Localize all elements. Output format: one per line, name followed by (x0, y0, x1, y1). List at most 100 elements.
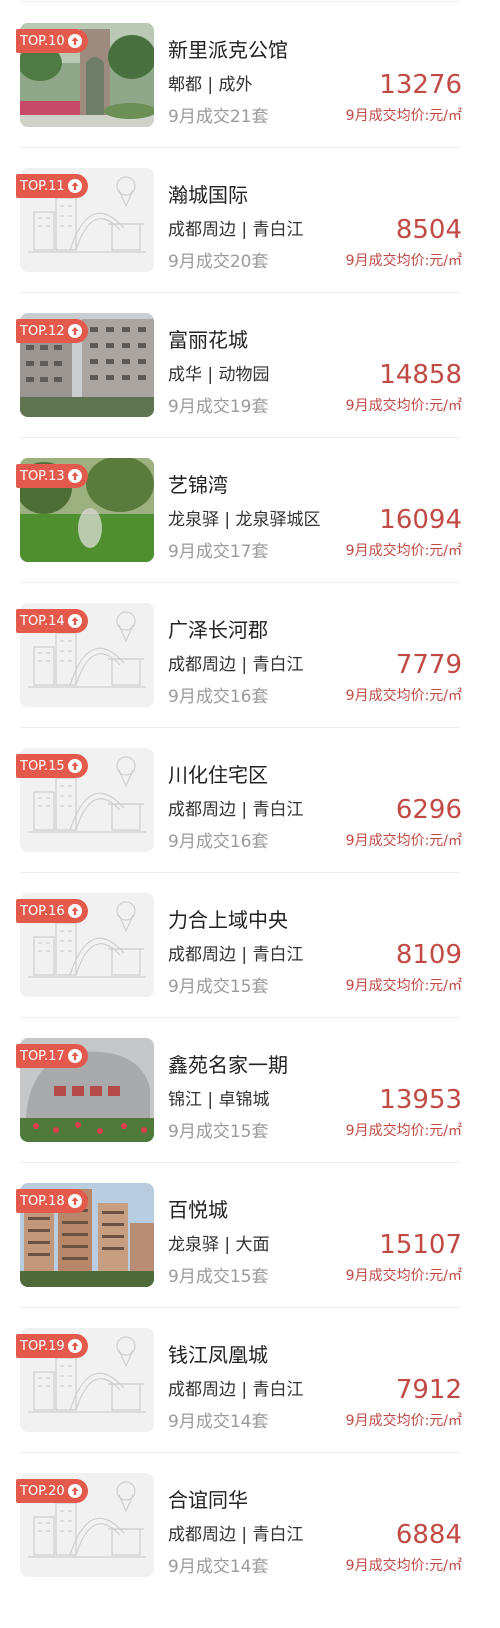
price-caption: 9月成交均价:元/㎡ (345, 1558, 462, 1574)
listing-name[interactable]: 艺锦湾 (168, 469, 228, 498)
rank-badge: TOP.13 (16, 464, 88, 488)
listing-location: 成都周边 | 青白江 (168, 1380, 304, 1400)
rank-up-arrow-icon (67, 1049, 82, 1063)
listing-name[interactable]: 川化住宅区 (168, 759, 268, 788)
listing-sales-count: 9月成交21套 (168, 107, 269, 127)
rank-up-arrow-icon (67, 904, 82, 918)
listing-name[interactable]: 百悦城 (168, 1194, 228, 1223)
price-caption: 9月成交均价:元/㎡ (345, 398, 462, 414)
listing-row[interactable]: TOP.19 钱江凤凰城成都周边 | 青白江 9月成交14套 7912 9月成交均价:元… (0, 1308, 500, 1453)
price-caption: 9月成交均价:元/㎡ (345, 1123, 462, 1139)
rank-up-arrow-icon (67, 614, 82, 628)
rank-up-arrow-icon (67, 34, 82, 48)
listing-sales-count: 9月成交20套 (168, 252, 269, 272)
listing-row[interactable]: TOP.15 川化住宅区成都周边 | 青白江 9月成交16套 6296 9月成交均价:元… (0, 728, 500, 873)
listing-avg-price: 15107 (379, 1230, 462, 1260)
rank-label: TOP.18 (20, 1193, 65, 1209)
rank-label: TOP.14 (20, 613, 65, 629)
listing-row[interactable]: TOP.14 广泽长河郡成都周边 | 青白江 9月成交16套 7779 9月成交均价:元… (0, 583, 500, 728)
price-caption: 9月成交均价:元/㎡ (345, 688, 462, 704)
price-caption: 9月成交均价:元/㎡ (345, 978, 462, 994)
rank-badge: TOP.16 (16, 899, 88, 923)
rank-label: TOP.12 (20, 323, 65, 339)
listing-sales-count: 9月成交14套 (168, 1557, 269, 1577)
listing-avg-price: 13276 (379, 70, 462, 100)
listing-name[interactable]: 新里派克公馆 (168, 34, 288, 63)
listing-sales-count: 9月成交15套 (168, 1267, 269, 1287)
listing-row[interactable]: TOP.16 力合上域中央成都周边 | 青白江 9月成交15套 8109 9月成交均价:… (0, 873, 500, 1018)
rank-label: TOP.19 (20, 1338, 65, 1354)
listing-location: 成都周边 | 青白江 (168, 800, 304, 820)
listing-name[interactable]: 鑫苑名家一期 (168, 1049, 288, 1078)
listing-row[interactable]: TOP.20 合谊同华成都周边 | 青白江 9月成交14套 6884 9月成交均价:元/… (0, 1453, 500, 1598)
listing-avg-price: 14858 (379, 360, 462, 390)
listing-row[interactable]: TOP.11 瀚城国际成都周边 | 青白江 9月成交20套 8504 9月成交均价:元/… (0, 148, 500, 293)
rank-label: TOP.15 (20, 758, 65, 774)
listing-sales-count: 9月成交17套 (168, 542, 269, 562)
rank-label: TOP.17 (20, 1048, 65, 1064)
listing-sales-count: 9月成交16套 (168, 687, 269, 707)
rank-label: TOP.20 (20, 1483, 65, 1499)
price-caption: 9月成交均价:元/㎡ (345, 543, 462, 559)
listing-sales-count: 9月成交14套 (168, 1412, 269, 1432)
price-caption: 9月成交均价:元/㎡ (345, 833, 462, 849)
rank-badge: TOP.11 (16, 174, 88, 198)
listing-location: 龙泉驿 | 大面 (168, 1235, 270, 1255)
rank-up-arrow-icon (67, 1484, 82, 1498)
listing-avg-price: 7779 (395, 650, 462, 680)
listing-location: 成都周边 | 青白江 (168, 655, 304, 675)
listing-avg-price: 6296 (395, 795, 462, 825)
rank-badge: TOP.18 (16, 1189, 88, 1213)
listing-name[interactable]: 钱江凤凰城 (168, 1339, 268, 1368)
listing-location: 成都周边 | 青白江 (168, 945, 304, 965)
listing-name[interactable]: 富丽花城 (168, 324, 248, 353)
listing-sales-count: 9月成交16套 (168, 832, 269, 852)
rank-badge: TOP.10 (16, 29, 88, 53)
price-caption: 9月成交均价:元/㎡ (345, 108, 462, 124)
listing-name[interactable]: 合谊同华 (168, 1484, 248, 1513)
listing-row[interactable]: TOP.10 新里派克公馆郫都 | 成外 9月成交21套 13276 9月成交均价:元/… (0, 3, 500, 148)
listing-location: 成华 | 动物园 (168, 365, 270, 385)
price-caption: 9月成交均价:元/㎡ (345, 253, 462, 269)
rank-label: TOP.11 (20, 178, 65, 194)
listing-location: 龙泉驿 | 龙泉驿城区 (168, 510, 321, 530)
listing-avg-price: 16094 (379, 505, 462, 535)
rank-badge: TOP.12 (16, 319, 88, 343)
price-caption: 9月成交均价:元/㎡ (345, 1413, 462, 1429)
listing-avg-price: 7912 (395, 1375, 462, 1405)
rank-badge: TOP.20 (16, 1479, 88, 1503)
ranking-list: TOP.10 新里派克公馆郫都 | 成外 9月成交21套 13276 9月成交均价:元/… (0, 0, 500, 1628)
listing-location: 成都周边 | 青白江 (168, 220, 304, 240)
listing-row[interactable]: TOP.18 百悦城龙泉驿 | 大面 9月成交15套 15107 9月成交均价:元/㎡ (0, 1163, 500, 1308)
listing-avg-price: 6884 (395, 1520, 462, 1550)
listing-sales-count: 9月成交15套 (168, 1122, 269, 1142)
rank-up-arrow-icon (67, 1194, 82, 1208)
rank-badge: TOP.19 (16, 1334, 88, 1358)
listing-avg-price: 8504 (395, 215, 462, 245)
listing-name[interactable]: 力合上域中央 (168, 904, 288, 933)
listing-sales-count: 9月成交15套 (168, 977, 269, 997)
listing-row[interactable]: TOP.17 鑫苑名家一期 锦江 | 卓锦城 9月成交15套 13953 9月成交均价:元… (0, 1018, 500, 1163)
rank-up-arrow-icon (67, 469, 82, 483)
rank-label: TOP.13 (20, 468, 65, 484)
listing-avg-price: 8109 (395, 940, 462, 970)
listing-location: 郫都 | 成外 (168, 75, 253, 95)
listing-name[interactable]: 瀚城国际 (168, 179, 248, 208)
listing-name[interactable]: 广泽长河郡 (168, 614, 268, 643)
rank-badge: TOP.14 (16, 609, 88, 633)
rank-label: TOP.16 (20, 903, 65, 919)
listing-location: 锦江 | 卓锦城 (168, 1090, 270, 1110)
rank-up-arrow-icon (67, 1339, 82, 1353)
listing-row[interactable]: TOP.13 艺锦湾龙泉驿 | 龙泉驿城区 9月成交17套 16094 9月成交均价:元… (0, 438, 500, 583)
rank-up-arrow-icon (67, 179, 82, 193)
price-caption: 9月成交均价:元/㎡ (345, 1268, 462, 1284)
rank-label: TOP.10 (20, 33, 65, 49)
listing-sales-count: 9月成交19套 (168, 397, 269, 417)
rank-up-arrow-icon (67, 324, 82, 338)
rank-badge: TOP.15 (16, 754, 88, 778)
rank-up-arrow-icon (67, 759, 82, 773)
listing-row[interactable]: TOP.12 富丽花城成华 | 动物园 9月成交19套 14858 9月成交均价:元/㎡ (0, 293, 500, 438)
rank-badge: TOP.17 (16, 1044, 88, 1068)
listing-location: 成都周边 | 青白江 (168, 1525, 304, 1545)
top-divider (20, 1, 460, 2)
